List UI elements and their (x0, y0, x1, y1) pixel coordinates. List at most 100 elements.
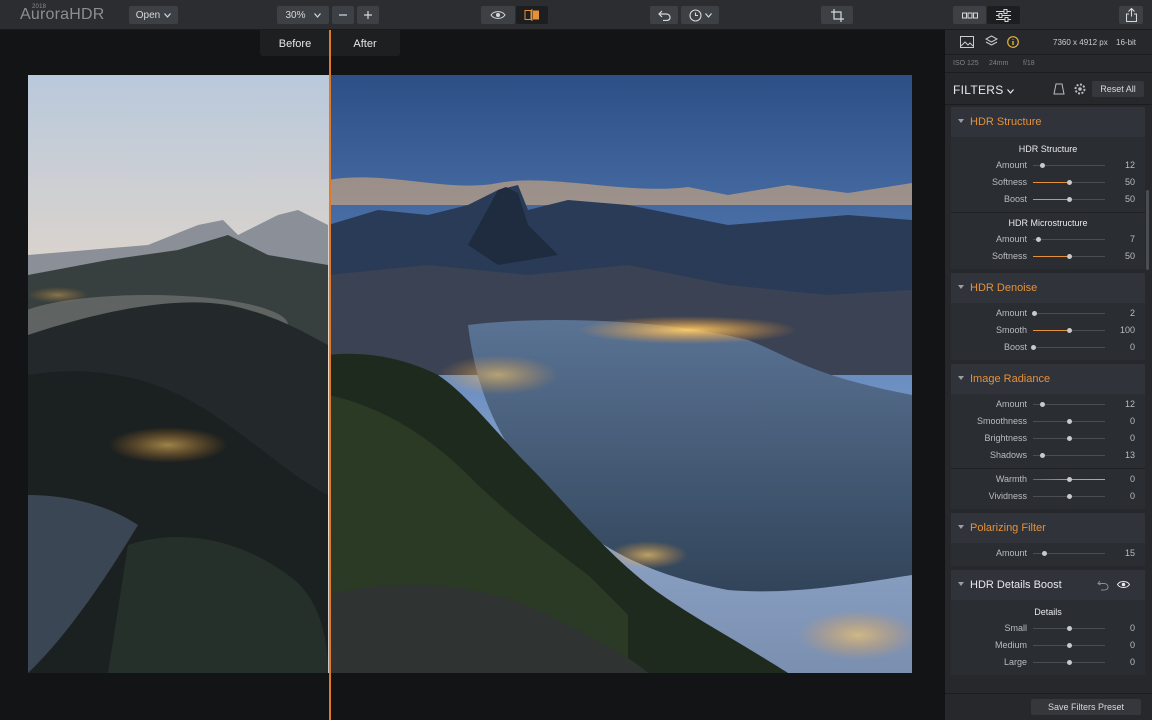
slider-fill (1033, 330, 1069, 331)
photo-preview (28, 75, 912, 673)
slider-knob[interactable] (1067, 419, 1072, 424)
slider-knob[interactable] (1039, 402, 1045, 407)
clock-icon (688, 8, 702, 22)
filter-section-title: HDR Denoise (970, 282, 1038, 294)
slider-track[interactable] (1033, 551, 1105, 556)
open-button[interactable]: Open (129, 6, 178, 24)
slider-row: Brightness 0 (951, 430, 1145, 447)
aperture-value: f/18 (1023, 60, 1035, 67)
slider-value: 0 (1129, 416, 1135, 426)
presets-toggle-button[interactable] (953, 6, 986, 24)
slider-knob[interactable] (1032, 311, 1038, 316)
slider-track[interactable] (1033, 626, 1105, 631)
slider-track[interactable] (1033, 237, 1105, 242)
filter-section-header[interactable]: Polarizing Filter (951, 513, 1145, 543)
slider-value: 0 (1129, 433, 1135, 443)
filter-group-title: HDR Structure (1018, 144, 1078, 154)
layers-icon[interactable] (984, 35, 999, 51)
reset-all-button[interactable]: Reset All (1092, 81, 1144, 97)
slider-value: 12 (1124, 399, 1135, 409)
slider-track[interactable] (1033, 328, 1105, 333)
image-icon[interactable] (960, 36, 974, 51)
slider-track[interactable] (1033, 163, 1105, 168)
zoom-out-button[interactable] (332, 6, 354, 24)
undo-button[interactable] (650, 6, 678, 24)
slider-knob[interactable] (1067, 254, 1072, 259)
slider-track[interactable] (1033, 436, 1105, 441)
slider-track[interactable] (1033, 180, 1105, 185)
before-after-split-handle[interactable] (329, 30, 331, 720)
slider-row: Vividness 0 (951, 488, 1145, 505)
filters-title: FILTERS (953, 83, 1004, 97)
slider-track[interactable] (1033, 643, 1105, 648)
filter-section-header[interactable]: HDR Details Boost (951, 570, 1145, 600)
slider-track[interactable] (1032, 311, 1105, 316)
slider-value: 2 (1129, 308, 1135, 318)
settings-gear-icon[interactable] (1074, 83, 1086, 98)
slider-track[interactable] (1033, 254, 1105, 259)
zoom-in-button[interactable] (357, 6, 379, 24)
open-label: Open (135, 9, 161, 21)
slider-knob[interactable] (1067, 626, 1072, 631)
slider-knob[interactable] (1067, 660, 1072, 665)
preview-toggle-button[interactable] (481, 6, 515, 24)
visibility-eye-icon[interactable] (1116, 580, 1131, 592)
logo-year: 2018 (32, 4, 47, 10)
slider-label: Smoothness (976, 416, 1027, 426)
slider-label: Softness (991, 251, 1027, 261)
info-icon[interactable] (1007, 36, 1019, 51)
chevron-down-icon (704, 12, 712, 18)
slider-track[interactable] (1031, 345, 1105, 350)
zoom-value: 30% (285, 9, 306, 21)
history-button[interactable] (681, 6, 719, 24)
slider-knob[interactable] (1067, 197, 1072, 202)
info-bar: 7360 x 4912 px 16-bit (945, 30, 1152, 55)
filter-section-header[interactable]: Image Radiance (951, 364, 1145, 394)
slider-track[interactable] (1033, 402, 1105, 407)
slider-row: Amount 12 (951, 396, 1145, 413)
collapse-triangle-icon (958, 525, 964, 529)
slider-track[interactable] (1033, 477, 1105, 482)
slider-knob[interactable] (1036, 237, 1042, 242)
crop-button[interactable] (821, 6, 853, 24)
slider-knob[interactable] (1067, 643, 1072, 648)
slider-value: 50 (1124, 251, 1135, 261)
zoom-dropdown[interactable]: 30% (277, 6, 329, 24)
panel-scrollbar[interactable] (1146, 190, 1149, 270)
mask-icon[interactable] (1053, 83, 1065, 98)
slider-knob[interactable] (1067, 436, 1072, 441)
slider-track[interactable] (1033, 419, 1105, 424)
split-view-icon (524, 9, 540, 21)
slider-knob[interactable] (1067, 328, 1072, 333)
slider-knob[interactable] (1067, 494, 1072, 499)
slider-track[interactable] (1033, 494, 1105, 499)
filter-section-header[interactable]: HDR Structure (951, 107, 1145, 137)
slider-label: Amount (995, 399, 1027, 409)
filters-menu[interactable]: FILTERS (953, 83, 1015, 97)
filter-section: Image Radiance Amount 12 Smoothness 0 Brightn… (951, 364, 1145, 509)
slider-knob[interactable] (1040, 453, 1046, 458)
slider-value: 100 (1119, 325, 1135, 335)
minus-icon (338, 10, 348, 20)
slider-track[interactable] (1033, 660, 1105, 665)
split-view-button[interactable] (516, 6, 548, 24)
filter-section: HDR Structure HDR Structure Amount 12 Softne… (951, 107, 1145, 269)
filter-section: HDR Denoise Amount 2 Smooth 100 Boost 0 (951, 273, 1145, 360)
filter-section-body: Amount 12 Smoothness 0 Brightness 0 Shadows 13 W… (951, 394, 1145, 509)
slider-track[interactable] (1033, 453, 1105, 458)
slider-knob[interactable] (1031, 345, 1036, 350)
slider-knob[interactable] (1039, 163, 1045, 168)
exif-bar: ISO 125 24mm f/18 (945, 55, 1152, 73)
slider-value: 0 (1129, 342, 1135, 352)
slider-value: 0 (1129, 623, 1135, 633)
save-filters-preset-button[interactable]: Save Filters Preset (1031, 699, 1141, 715)
slider-track[interactable] (1033, 197, 1105, 202)
slider-knob[interactable] (1041, 551, 1047, 556)
slider-row: Small 0 (951, 620, 1145, 637)
adjustments-toggle-button[interactable] (987, 6, 1020, 24)
filter-section-header[interactable]: HDR Denoise (951, 273, 1145, 303)
slider-knob[interactable] (1067, 180, 1072, 185)
slider-knob[interactable] (1067, 477, 1072, 482)
reset-filter-icon[interactable] (1097, 579, 1109, 594)
share-button[interactable] (1119, 6, 1143, 24)
